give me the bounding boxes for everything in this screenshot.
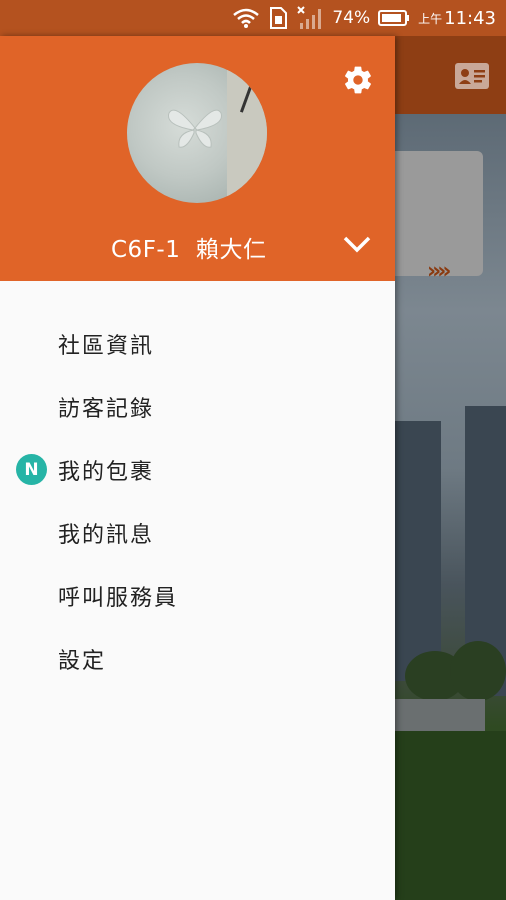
avatar-photo-wall — [227, 63, 267, 203]
new-badge: N — [16, 454, 47, 485]
battery-percent: 74% — [332, 8, 371, 28]
wifi-icon — [232, 7, 260, 29]
double-chevron-right-icon[interactable]: »» — [427, 259, 452, 284]
background-app: »» — [395, 36, 506, 900]
background-lawn — [395, 731, 506, 900]
menu-item-label: 設定 — [58, 648, 107, 674]
ampm-label: 上午 — [418, 11, 443, 26]
sim-icon — [268, 6, 288, 30]
background-header — [395, 36, 506, 114]
user-unit: C6F-1 — [111, 237, 181, 263]
menu-item-label: 呼叫服務員 — [58, 585, 179, 611]
menu-item-label: 我的訊息 — [58, 522, 155, 548]
signal-icon — [296, 5, 324, 31]
background-fence — [395, 699, 485, 731]
background-card[interactable] — [395, 151, 483, 276]
menu-item-call-staff[interactable]: 呼叫服務員 — [0, 564, 395, 627]
user-account-label[interactable]: C6F-1 賴大仁 — [111, 230, 266, 264]
drawer-header: C6F-1 賴大仁 — [0, 36, 395, 281]
menu-item-label: 社區資訊 — [58, 333, 155, 359]
settings-gear-icon[interactable] — [342, 64, 374, 96]
butterfly-picture — [168, 109, 222, 148]
user-name: 賴大仁 — [195, 237, 267, 263]
menu-item-visitor-records[interactable]: 訪客記錄 — [0, 375, 395, 438]
id-card-icon[interactable] — [454, 62, 490, 94]
menu-item-community-info[interactable]: 社區資訊 — [0, 312, 395, 375]
chevron-down-icon[interactable] — [342, 234, 372, 254]
avatar[interactable] — [127, 63, 267, 203]
navigation-drawer: C6F-1 賴大仁 社區資訊 訪客記錄 N 我的包裹 我的訊息 呼叫服務員 設定 — [0, 36, 395, 900]
clock: 11:43 — [444, 7, 496, 29]
drawer-menu: 社區資訊 訪客記錄 N 我的包裹 我的訊息 呼叫服務員 設定 — [0, 312, 395, 690]
menu-item-label: 我的包裹 — [58, 459, 155, 485]
menu-item-my-messages[interactable]: 我的訊息 — [0, 501, 395, 564]
menu-item-label: 訪客記錄 — [58, 396, 155, 422]
menu-item-my-packages[interactable]: N 我的包裹 — [0, 438, 395, 501]
menu-item-settings[interactable]: 設定 — [0, 627, 395, 690]
background-building — [395, 421, 441, 681]
status-bar: 74% 上午 11:43 — [0, 0, 506, 36]
background-tree — [450, 641, 506, 701]
battery-icon — [378, 9, 410, 27]
